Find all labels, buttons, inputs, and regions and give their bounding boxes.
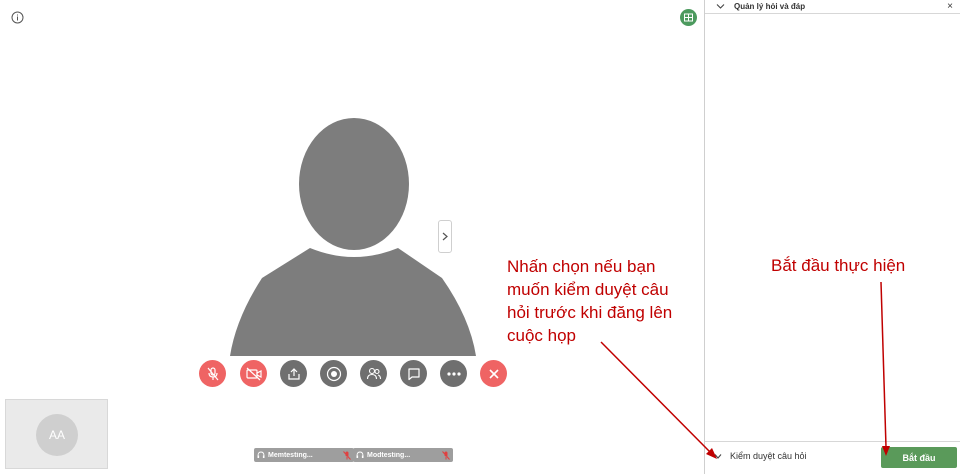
start-button[interactable]: Bắt đầu: [881, 447, 957, 468]
mic-muted-icon: [442, 450, 450, 460]
layout-icon[interactable]: [680, 9, 697, 26]
annotation-line: Nhấn chọn nếu bạn: [507, 257, 656, 276]
chat-button[interactable]: [400, 360, 427, 387]
participants-button[interactable]: [360, 360, 387, 387]
panel-header: Quản lý hỏi và đáp ×: [705, 0, 960, 14]
avatar: AA: [36, 414, 78, 456]
close-panel-button[interactable]: ×: [947, 1, 953, 12]
headset-icon: [356, 451, 364, 458]
mic-muted-icon: [207, 366, 218, 380]
video-toggle-button[interactable]: [240, 360, 267, 387]
panel-divider: [705, 441, 960, 442]
record-icon: [326, 366, 341, 381]
participant-chip[interactable]: Modtesting...: [353, 448, 453, 462]
close-icon: [488, 368, 499, 379]
moderate-questions-label: Kiểm duyệt câu hỏi: [730, 451, 807, 461]
participant-chip[interactable]: Memtesting...: [254, 448, 354, 462]
chevron-down-icon[interactable]: [716, 3, 725, 10]
mute-mic-button[interactable]: [199, 360, 226, 387]
moderate-questions-toggle[interactable]: Kiểm duyệt câu hỏi: [714, 449, 807, 463]
qa-management-panel: Quản lý hỏi và đáp × Kiểm duyệt câu hỏi: [704, 0, 960, 474]
panel-title: Quản lý hỏi và đáp: [734, 2, 806, 11]
info-icon[interactable]: [11, 11, 24, 24]
annotation-line: cuộc họp: [507, 326, 576, 345]
more-options-button[interactable]: [440, 360, 467, 387]
annotation-line: muốn kiểm duyệt câu: [507, 280, 669, 299]
headset-icon: [257, 451, 265, 458]
chevron-right-icon: [442, 232, 448, 241]
video-stage: AA Memtesting... Modtesting...: [0, 0, 704, 474]
self-view-tile[interactable]: AA: [5, 399, 108, 469]
share-screen-button[interactable]: [280, 360, 307, 387]
annotation-start-hint: Bắt đầu thực hiện: [771, 256, 906, 275]
video-off-icon: [245, 367, 262, 380]
leave-meeting-button[interactable]: [480, 360, 507, 387]
mic-muted-icon: [343, 450, 351, 460]
annotation-moderate-hint: Nhấn chọn nếu bạn muốn kiểm duyệt câu hỏ…: [507, 255, 672, 347]
next-page-button[interactable]: [438, 220, 452, 253]
chat-icon: [407, 367, 420, 380]
participant-name: Memtesting...: [268, 451, 313, 459]
share-icon: [287, 367, 300, 380]
more-icon: [446, 371, 461, 376]
participants-icon: [366, 367, 381, 379]
chevron-down-icon: [714, 453, 722, 459]
annotation-line: hỏi trước khi đăng lên: [507, 303, 673, 322]
record-button[interactable]: [320, 360, 347, 387]
participant-name: Modtesting...: [367, 451, 411, 459]
